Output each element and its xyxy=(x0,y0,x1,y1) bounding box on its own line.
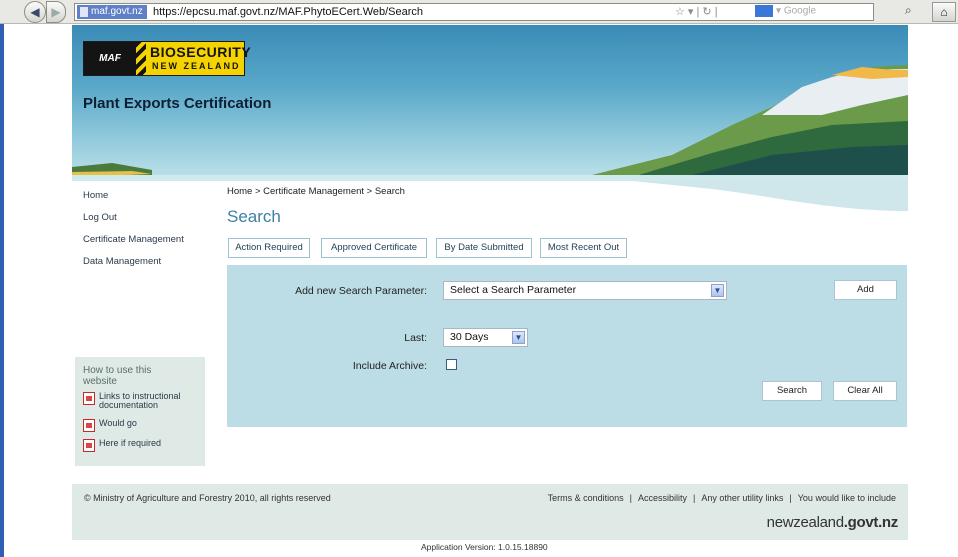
search-panel: Add new Search Parameter: Select a Searc… xyxy=(227,265,907,427)
chevron-down-icon[interactable]: ▼ xyxy=(512,331,525,344)
site-title: Plant Exports Certification xyxy=(83,95,272,112)
help-box: How to use this website Links to instruc… xyxy=(75,357,205,466)
include-archive-checkbox[interactable] xyxy=(446,359,457,370)
tab-approved-certificate[interactable]: Approved Certificate xyxy=(321,238,427,258)
header-banner: MAF BIOSECURITY NEW ZEALAND Plant Export… xyxy=(72,25,908,181)
footer-links: Terms & conditions | Accessibility | Any oth… xyxy=(548,493,896,503)
footer-link-accessibility[interactable]: Accessibility xyxy=(638,493,687,503)
last-label: Last: xyxy=(404,332,427,344)
window-edge xyxy=(0,0,4,557)
refresh-icon[interactable]: ↻ xyxy=(702,6,711,18)
logo-stripe xyxy=(136,42,146,75)
nav-item-certificate-management[interactable]: Certificate Management xyxy=(83,232,223,254)
logo-biosecurity-text: BIOSECURITY xyxy=(150,44,252,60)
left-nav: Home Log Out Certificate Management Data… xyxy=(83,188,223,276)
last-period-select[interactable]: 30 Days ▼ xyxy=(443,328,528,347)
application-version: Application Version: 1.0.15.18890 xyxy=(421,542,548,552)
footer-separator: | xyxy=(629,493,632,503)
page-title: Search xyxy=(227,207,281,226)
help-title: How to use this website xyxy=(83,365,152,387)
add-button[interactable]: Add xyxy=(834,280,897,300)
tab-most-recent-out[interactable]: Most Recent Out xyxy=(540,238,627,258)
footer-link-utility[interactable]: Any other utility links xyxy=(701,493,783,503)
pdf-icon xyxy=(83,439,95,452)
footer-link-include[interactable]: You would like to include xyxy=(798,493,896,503)
footer-separator: | xyxy=(693,493,696,503)
forward-icon[interactable]: ▶ xyxy=(46,1,66,23)
biosecurity-logo[interactable]: MAF BIOSECURITY NEW ZEALAND xyxy=(83,41,251,76)
nav-item-log-out[interactable]: Log Out xyxy=(83,210,223,232)
help-link-would-go[interactable]: Would go xyxy=(83,419,197,432)
maf-logo: MAF xyxy=(84,42,136,75)
breadcrumb[interactable]: Home > Certificate Management > Search xyxy=(227,186,405,197)
pdf-icon xyxy=(83,392,95,405)
help-link-instructional-docs[interactable]: Links to instructional documentation xyxy=(83,392,197,410)
google-icon xyxy=(755,5,773,17)
footer-separator: | xyxy=(789,493,792,503)
chevron-down-icon[interactable]: ▼ xyxy=(711,284,724,297)
url-text[interactable]: https://epcsu.maf.govt.nz/MAF.PhytoECert… xyxy=(153,6,423,18)
nav-item-data-management[interactable]: Data Management xyxy=(83,254,223,276)
clear-all-button[interactable]: Clear All xyxy=(833,381,897,401)
pdf-icon xyxy=(83,419,95,432)
search-parameter-label: Add new Search Parameter: xyxy=(295,285,427,297)
google-search-box[interactable]: ▾ Google xyxy=(755,5,875,19)
back-icon[interactable]: ◀ xyxy=(24,1,46,23)
include-archive-label: Include Archive: xyxy=(352,360,427,372)
nav-item-home[interactable]: Home xyxy=(83,188,223,210)
footer: © Ministry of Agriculture and Forestry 2… xyxy=(72,484,908,540)
footer-link-terms[interactable]: Terms & conditions xyxy=(548,493,624,503)
search-button[interactable]: Search xyxy=(762,381,822,401)
tab-action-required[interactable]: Action Required xyxy=(228,238,310,258)
star-icon[interactable]: ☆ ▾ | ↻ | xyxy=(675,5,718,18)
nzgovt-logo[interactable]: newzealand.govt.nz xyxy=(767,514,899,531)
browser-toolbar: ◀ ▶ maf.govt.nz https://epcsu.maf.govt.n… xyxy=(0,0,958,24)
logo-nz-text: NEW ZEALAND xyxy=(152,61,241,71)
search-parameter-select[interactable]: Select a Search Parameter ▼ xyxy=(443,281,727,300)
tab-by-date-submitted[interactable]: By Date Submitted xyxy=(436,238,532,258)
help-link-here-if-required[interactable]: Here if required xyxy=(83,439,197,452)
copyright-text: © Ministry of Agriculture and Forestry 2… xyxy=(84,493,331,503)
address-bar[interactable]: maf.govt.nz https://epcsu.maf.govt.nz/MA… xyxy=(74,3,874,21)
site-identity-badge[interactable]: maf.govt.nz xyxy=(77,5,147,19)
home-icon[interactable]: ⌂ xyxy=(932,2,956,22)
search-icon[interactable]: ⌕ xyxy=(905,3,912,18)
